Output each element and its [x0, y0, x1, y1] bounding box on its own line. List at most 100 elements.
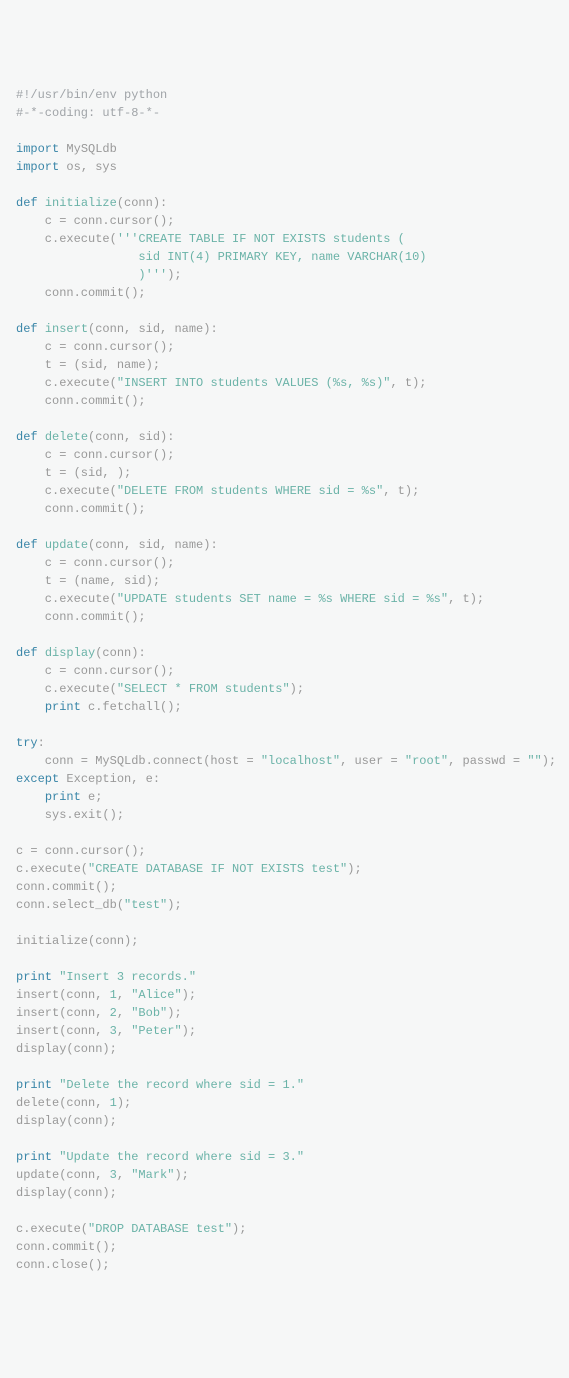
token-id: conn.commit(); — [16, 286, 146, 300]
code-line: t = (sid, ); — [16, 464, 553, 482]
code-line: print "Delete the record where sid = 1." — [16, 1076, 553, 1094]
token-kw: print — [16, 1150, 52, 1164]
code-line: def insert(conn, sid, name): — [16, 320, 553, 338]
token-id: c = conn.cursor(); — [16, 340, 174, 354]
token-id: ); — [542, 754, 556, 768]
token-fn: update — [45, 538, 88, 552]
token-id: conn.commit(); — [16, 880, 117, 894]
token-kw: import — [16, 142, 59, 156]
token-id: display(conn); — [16, 1114, 117, 1128]
token-str: "Update the record where sid = 3." — [59, 1150, 304, 1164]
token-id: conn.commit(); — [16, 502, 146, 516]
token-str: "DELETE FROM students WHERE sid = %s" — [117, 484, 383, 498]
token-fn: delete — [45, 430, 88, 444]
code-line — [16, 302, 553, 320]
token-str: "UPDATE students SET name = %s WHERE sid… — [117, 592, 448, 606]
token-num: 3 — [110, 1024, 117, 1038]
code-line: c.execute("SELECT * FROM students"); — [16, 680, 553, 698]
token-fn: display — [45, 646, 95, 660]
code-line: conn.commit(); — [16, 284, 553, 302]
token-id: c.execute( — [16, 862, 88, 876]
code-line: #-*-coding: utf-8-*- — [16, 104, 553, 122]
code-line: def delete(conn, sid): — [16, 428, 553, 446]
code-line: c = conn.cursor(); — [16, 338, 553, 356]
token-kw: def — [16, 322, 38, 336]
token-kw: def — [16, 538, 38, 552]
code-line — [16, 1130, 553, 1148]
token-id: t = (sid, name); — [16, 358, 160, 372]
code-line: def initialize(conn): — [16, 194, 553, 212]
code-line: import os, sys — [16, 158, 553, 176]
token-id: ); — [182, 1024, 196, 1038]
code-line: print c.fetchall(); — [16, 698, 553, 716]
code-line: import MySQLdb — [16, 140, 553, 158]
token-id: conn.select_db( — [16, 898, 124, 912]
code-line: def update(conn, sid, name): — [16, 536, 553, 554]
token-num: 3 — [110, 1168, 117, 1182]
token-id: , user = — [340, 754, 405, 768]
token-str: "Delete the record where sid = 1." — [59, 1078, 304, 1092]
token-id: Exception, e: — [59, 772, 160, 786]
token-id: ); — [290, 682, 304, 696]
token-id: c = conn.cursor(); — [16, 556, 174, 570]
code-line: sys.exit(); — [16, 806, 553, 824]
token-id: , t); — [448, 592, 484, 606]
code-line: conn.commit(); — [16, 500, 553, 518]
token-id: conn.commit(); — [16, 394, 146, 408]
token-id: (conn, sid, name): — [88, 538, 218, 552]
token-id: ); — [232, 1222, 246, 1236]
code-line: delete(conn, 1); — [16, 1094, 553, 1112]
token-num: 1 — [110, 1096, 117, 1110]
code-line: c.execute("UPDATE students SET name = %s… — [16, 590, 553, 608]
code-line: conn.commit(); — [16, 608, 553, 626]
token-id: conn.commit(); — [16, 1240, 117, 1254]
token-id: c = conn.cursor(); — [16, 844, 146, 858]
token-kw: print — [45, 790, 81, 804]
token-id: ); — [167, 898, 181, 912]
token-str: "localhost" — [261, 754, 340, 768]
token-num: 1 — [110, 988, 117, 1002]
token-id: update(conn, — [16, 1168, 110, 1182]
token-str: "INSERT INTO students VALUES (%s, %s)" — [117, 376, 391, 390]
token-id: c.execute( — [16, 682, 117, 696]
token-kw: try — [16, 736, 38, 750]
token-id: , — [117, 1024, 131, 1038]
token-id: display(conn); — [16, 1186, 117, 1200]
token-id — [38, 646, 45, 660]
token-id: c.fetchall(); — [81, 700, 182, 714]
token-id: (conn, sid, name): — [88, 322, 218, 336]
code-line — [16, 950, 553, 968]
code-line — [16, 914, 553, 932]
token-id: ); — [182, 988, 196, 1002]
token-id — [16, 700, 45, 714]
token-id: display(conn); — [16, 1042, 117, 1056]
code-line: sid INT(4) PRIMARY KEY, name VARCHAR(10) — [16, 248, 553, 266]
token-id: conn.commit(); — [16, 610, 146, 624]
token-str: "CREATE DATABASE IF NOT EXISTS test" — [88, 862, 347, 876]
code-line: c = conn.cursor(); — [16, 554, 553, 572]
token-kw: except — [16, 772, 59, 786]
token-str: "Peter" — [131, 1024, 181, 1038]
token-kw: def — [16, 646, 38, 660]
token-id: MySQLdb — [59, 142, 117, 156]
token-id: t = (name, sid); — [16, 574, 160, 588]
token-com: #-*-coding: utf-8-*- — [16, 106, 160, 120]
code-line: #!/usr/bin/env python — [16, 86, 553, 104]
token-id: : — [38, 736, 45, 750]
code-line: conn.commit(); — [16, 878, 553, 896]
code-line: print e; — [16, 788, 553, 806]
token-num: 2 — [110, 1006, 117, 1020]
code-line — [16, 1202, 553, 1220]
token-str: "root" — [405, 754, 448, 768]
token-id: ); — [167, 1006, 181, 1020]
token-id: , t); — [390, 376, 426, 390]
token-id: c = conn.cursor(); — [16, 664, 174, 678]
token-id: c.execute( — [16, 1222, 88, 1236]
token-id — [38, 196, 45, 210]
token-id: ); — [117, 1096, 131, 1110]
token-id: , passwd = — [448, 754, 527, 768]
token-str: "test" — [124, 898, 167, 912]
token-id: t = (sid, ); — [16, 466, 131, 480]
token-id: os, sys — [59, 160, 117, 174]
code-line: conn.commit(); — [16, 392, 553, 410]
